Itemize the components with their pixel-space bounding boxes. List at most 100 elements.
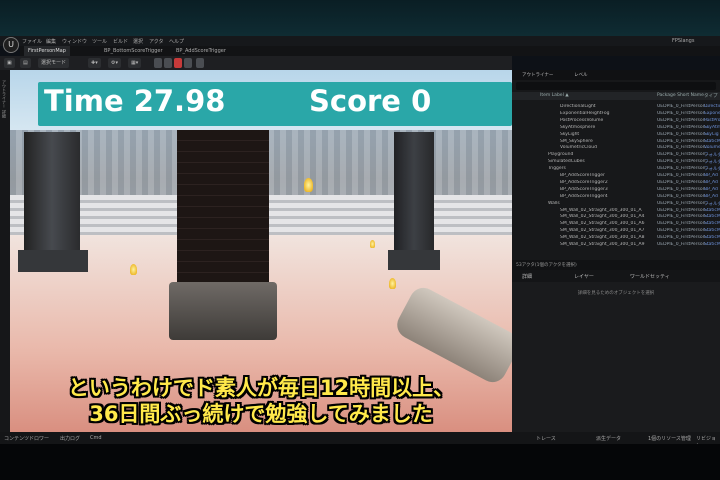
game-viewport[interactable]: Time 27.98 Score 0 というわけでド素人が毎日12時間以上、 3… bbox=[10, 70, 512, 432]
blueprint-icon[interactable]: ⚙▾ bbox=[108, 58, 121, 68]
outliner-row[interactable]: SM_Wall_02_Straight_300_300_01_A6 UEDPIE_… bbox=[512, 221, 720, 228]
bottom-status-bar: コンテンツドロワー 出力ログ Cmd トレース 派生データ 1個のリソース管理 … bbox=[0, 432, 720, 449]
left-strip-outliner[interactable]: アウトライナー bbox=[1, 80, 7, 108]
outliner-row[interactable]: BP_AddScoreTrigger UEDPIE_0_FirstPerson..… bbox=[512, 173, 720, 180]
menu-build[interactable]: ビルド bbox=[113, 38, 128, 45]
menu-help[interactable]: ヘルプ bbox=[169, 38, 184, 45]
left-pillar-base bbox=[18, 250, 88, 272]
outliner-row-name: ExponentialHeightFog bbox=[560, 110, 610, 116]
outliner-row-package: UEDPIE_0_FirstPerson... bbox=[657, 193, 710, 199]
details-empty-message: 詳細を見るためのオブジェクトを選択 bbox=[577, 291, 655, 296]
outliner-row-name: SM_SkySphere bbox=[560, 138, 593, 144]
outliner-row[interactable]: ExponentialHeightFog UEDPIE_0_FirstPerson… bbox=[512, 111, 720, 118]
outliner-row-name: SM_Wall_02_Straight_300_300_01_A6 bbox=[560, 221, 645, 227]
column-item-label[interactable]: Item Label ▲ bbox=[540, 93, 569, 98]
outliner-row[interactable]: DirectionalLight UEDPIE_0_FirstPerson... D… bbox=[512, 104, 720, 111]
outliner-row-package: UEDPIE_0_FirstPerson... bbox=[657, 159, 710, 165]
outliner-row-package: UEDPIE_0_FirstPerson... bbox=[657, 104, 710, 109]
eject-button[interactable] bbox=[184, 58, 192, 68]
outliner-row-type: SkyAtm bbox=[704, 124, 720, 130]
score-pickup bbox=[370, 240, 375, 248]
outliner-row[interactable]: Triggers UEDPIE_0_FirstPerson... フォルダ bbox=[512, 166, 720, 173]
outliner-row-name: PostProcessVolume bbox=[560, 117, 604, 123]
outliner-row[interactable]: SM_Wall_02_Straight_300_300_01_A8 UEDPIE_… bbox=[512, 235, 720, 242]
outliner-tab[interactable]: アウトライナー bbox=[522, 72, 553, 78]
level-tab[interactable]: レベル bbox=[574, 72, 588, 78]
outliner-row-type: BP_Ad bbox=[704, 193, 718, 199]
outliner-row[interactable]: VolumetricCloud UEDPIE_0_FirstPerson... Vo… bbox=[512, 145, 720, 152]
outliner-row[interactable]: BP_AddScoreTrigger3 UEDPIE_0_FirstPerson.… bbox=[512, 187, 720, 194]
outliner-row-package: UEDPIE_0_FirstPerson... bbox=[657, 186, 710, 192]
add-actor-icon[interactable]: ✚▾ bbox=[88, 58, 101, 68]
step-button[interactable] bbox=[164, 58, 172, 68]
output-log-button[interactable]: 出力ログ bbox=[60, 435, 80, 442]
outliner-columns: Item Label ▲ Package Short Name タイプ bbox=[512, 92, 720, 100]
outliner-row-type: PostPro bbox=[704, 117, 720, 123]
select-mode-button[interactable]: 選択モード bbox=[38, 58, 70, 68]
outliner-row-name: BP_AddScoreTrigger bbox=[560, 173, 605, 178]
cinematics-icon[interactable]: ▦▾ bbox=[128, 58, 142, 68]
menu-select[interactable]: 選択 bbox=[133, 38, 143, 45]
save-icon[interactable]: ▣ bbox=[4, 58, 15, 68]
outliner-row[interactable]: SM_Wall_02_Straight_300_300_01_A UEDPIE_0… bbox=[512, 208, 720, 215]
outliner-row-package: UEDPIE_0_FirstPerson... bbox=[657, 173, 710, 178]
outliner-row[interactable]: SM_Wall_02_Straight_300_300_01_A4 UEDPIE_… bbox=[512, 214, 720, 221]
menu-file[interactable]: ファイル bbox=[22, 38, 42, 45]
outliner-row[interactable]: SM_Wall_02_Straight_300_300_01_A7 UEDPIE_… bbox=[512, 228, 720, 235]
trace-button[interactable]: トレース bbox=[536, 435, 556, 442]
subtitle-line-2: 36日間ぶっ続けで勉強してみました bbox=[89, 402, 433, 426]
outliner-row-type: Expone bbox=[704, 110, 720, 116]
outliner-row-package: UEDPIE_0_FirstPerson... bbox=[657, 166, 710, 172]
outliner-row[interactable]: SkyLight UEDPIE_0_FirstPerson... SkyLig bbox=[512, 132, 720, 139]
browse-icon[interactable]: ▤ bbox=[20, 58, 31, 68]
outliner-row[interactable]: SimulatedCubes UEDPIE_0_FirstPerson... フォル… bbox=[512, 159, 720, 166]
outliner-header: アウトライナー レベル bbox=[512, 70, 720, 80]
tab-add-score-trigger[interactable]: BP_AddScoreTrigger bbox=[172, 46, 230, 56]
outliner-row-package: UEDPIE_0_FirstPerson... bbox=[657, 242, 710, 247]
outliner-row[interactable]: SM_Wall_02_Straight_300_300_01_A9 UEDPIE_… bbox=[512, 242, 720, 249]
outliner-row[interactable]: Playground UEDPIE_0_FirstPerson... フォルダ bbox=[512, 152, 720, 159]
content-drawer-button[interactable]: コンテンツドロワー bbox=[4, 435, 49, 442]
outliner-row-package: UEDPIE_0_FirstPerson... bbox=[657, 110, 710, 116]
outliner-row[interactable]: SM_SkySphere UEDPIE_0_FirstPerson... Stati… bbox=[512, 139, 720, 146]
outliner-row[interactable]: Walls UEDPIE_0_FirstPerson... フォルダ bbox=[512, 201, 720, 208]
more-play-options-icon[interactable] bbox=[196, 58, 204, 68]
left-panel-strip: アウトライナー 詳細 bbox=[0, 70, 10, 432]
outliner-row[interactable]: BP_AddScoreTrigger4 UEDPIE_0_FirstPerson.… bbox=[512, 194, 720, 201]
source-control-button[interactable]: 1個のリソース管理 bbox=[648, 435, 691, 442]
outliner-row-name: Walls bbox=[548, 200, 560, 206]
outliner-row-type: BP_Ad bbox=[704, 186, 718, 192]
outliner-row-name: Triggers bbox=[548, 166, 566, 172]
menu-edit[interactable]: 編集 bbox=[46, 38, 56, 45]
outliner-row[interactable]: BP_AddScoreTrigger2 UEDPIE_0_FirstPerson.… bbox=[512, 180, 720, 187]
menu-tools[interactable]: ツール bbox=[92, 38, 107, 45]
hud-score: Score 0 bbox=[309, 84, 432, 118]
tab-world-settings[interactable]: ワールドセッティ bbox=[630, 273, 670, 280]
outliner-row-type: SkyLig bbox=[704, 131, 719, 137]
outliner-row-type: BP_Ad bbox=[704, 173, 718, 178]
cmd-button[interactable]: Cmd bbox=[90, 435, 102, 441]
outliner-row-name: SM_Wall_02_Straight_300_300_01_A bbox=[560, 207, 642, 213]
menu-window[interactable]: ウィンドウ bbox=[62, 38, 87, 45]
menu-actor[interactable]: アクタ bbox=[149, 38, 164, 45]
outliner-search-input[interactable] bbox=[516, 82, 716, 90]
tab-bar: FirstPersonMap BP_BottomScoreTrigger BP_… bbox=[20, 46, 720, 56]
tab-details[interactable]: 詳細 bbox=[522, 273, 532, 280]
outliner-row[interactable]: SkyAtmosphere UEDPIE_0_FirstPerson... SkyA… bbox=[512, 125, 720, 132]
outliner-row-type: StaticM bbox=[704, 221, 720, 227]
column-type[interactable]: タイプ bbox=[704, 93, 718, 99]
project-name: FPSlangs bbox=[672, 38, 695, 44]
tab-bottom-score-trigger[interactable]: BP_BottomScoreTrigger bbox=[100, 46, 167, 56]
tab-layers[interactable]: レイヤー bbox=[574, 273, 594, 280]
pause-button[interactable] bbox=[154, 58, 162, 68]
left-strip-details[interactable]: 詳細 bbox=[1, 110, 7, 118]
outliner-row-name: BP_AddScoreTrigger4 bbox=[560, 193, 608, 199]
outliner-row-name: SimulatedCubes bbox=[548, 159, 585, 165]
score-pickup bbox=[389, 278, 396, 289]
stop-button[interactable] bbox=[174, 58, 182, 68]
outliner-row-type: フォルダ bbox=[704, 160, 720, 166]
outliner-row[interactable]: PostProcessVolume UEDPIE_0_FirstPerson...… bbox=[512, 118, 720, 125]
tab-first-person-map[interactable]: FirstPersonMap bbox=[24, 46, 70, 56]
column-package[interactable]: Package Short Name bbox=[657, 93, 704, 98]
derived-data-button[interactable]: 派生データ bbox=[596, 435, 621, 442]
